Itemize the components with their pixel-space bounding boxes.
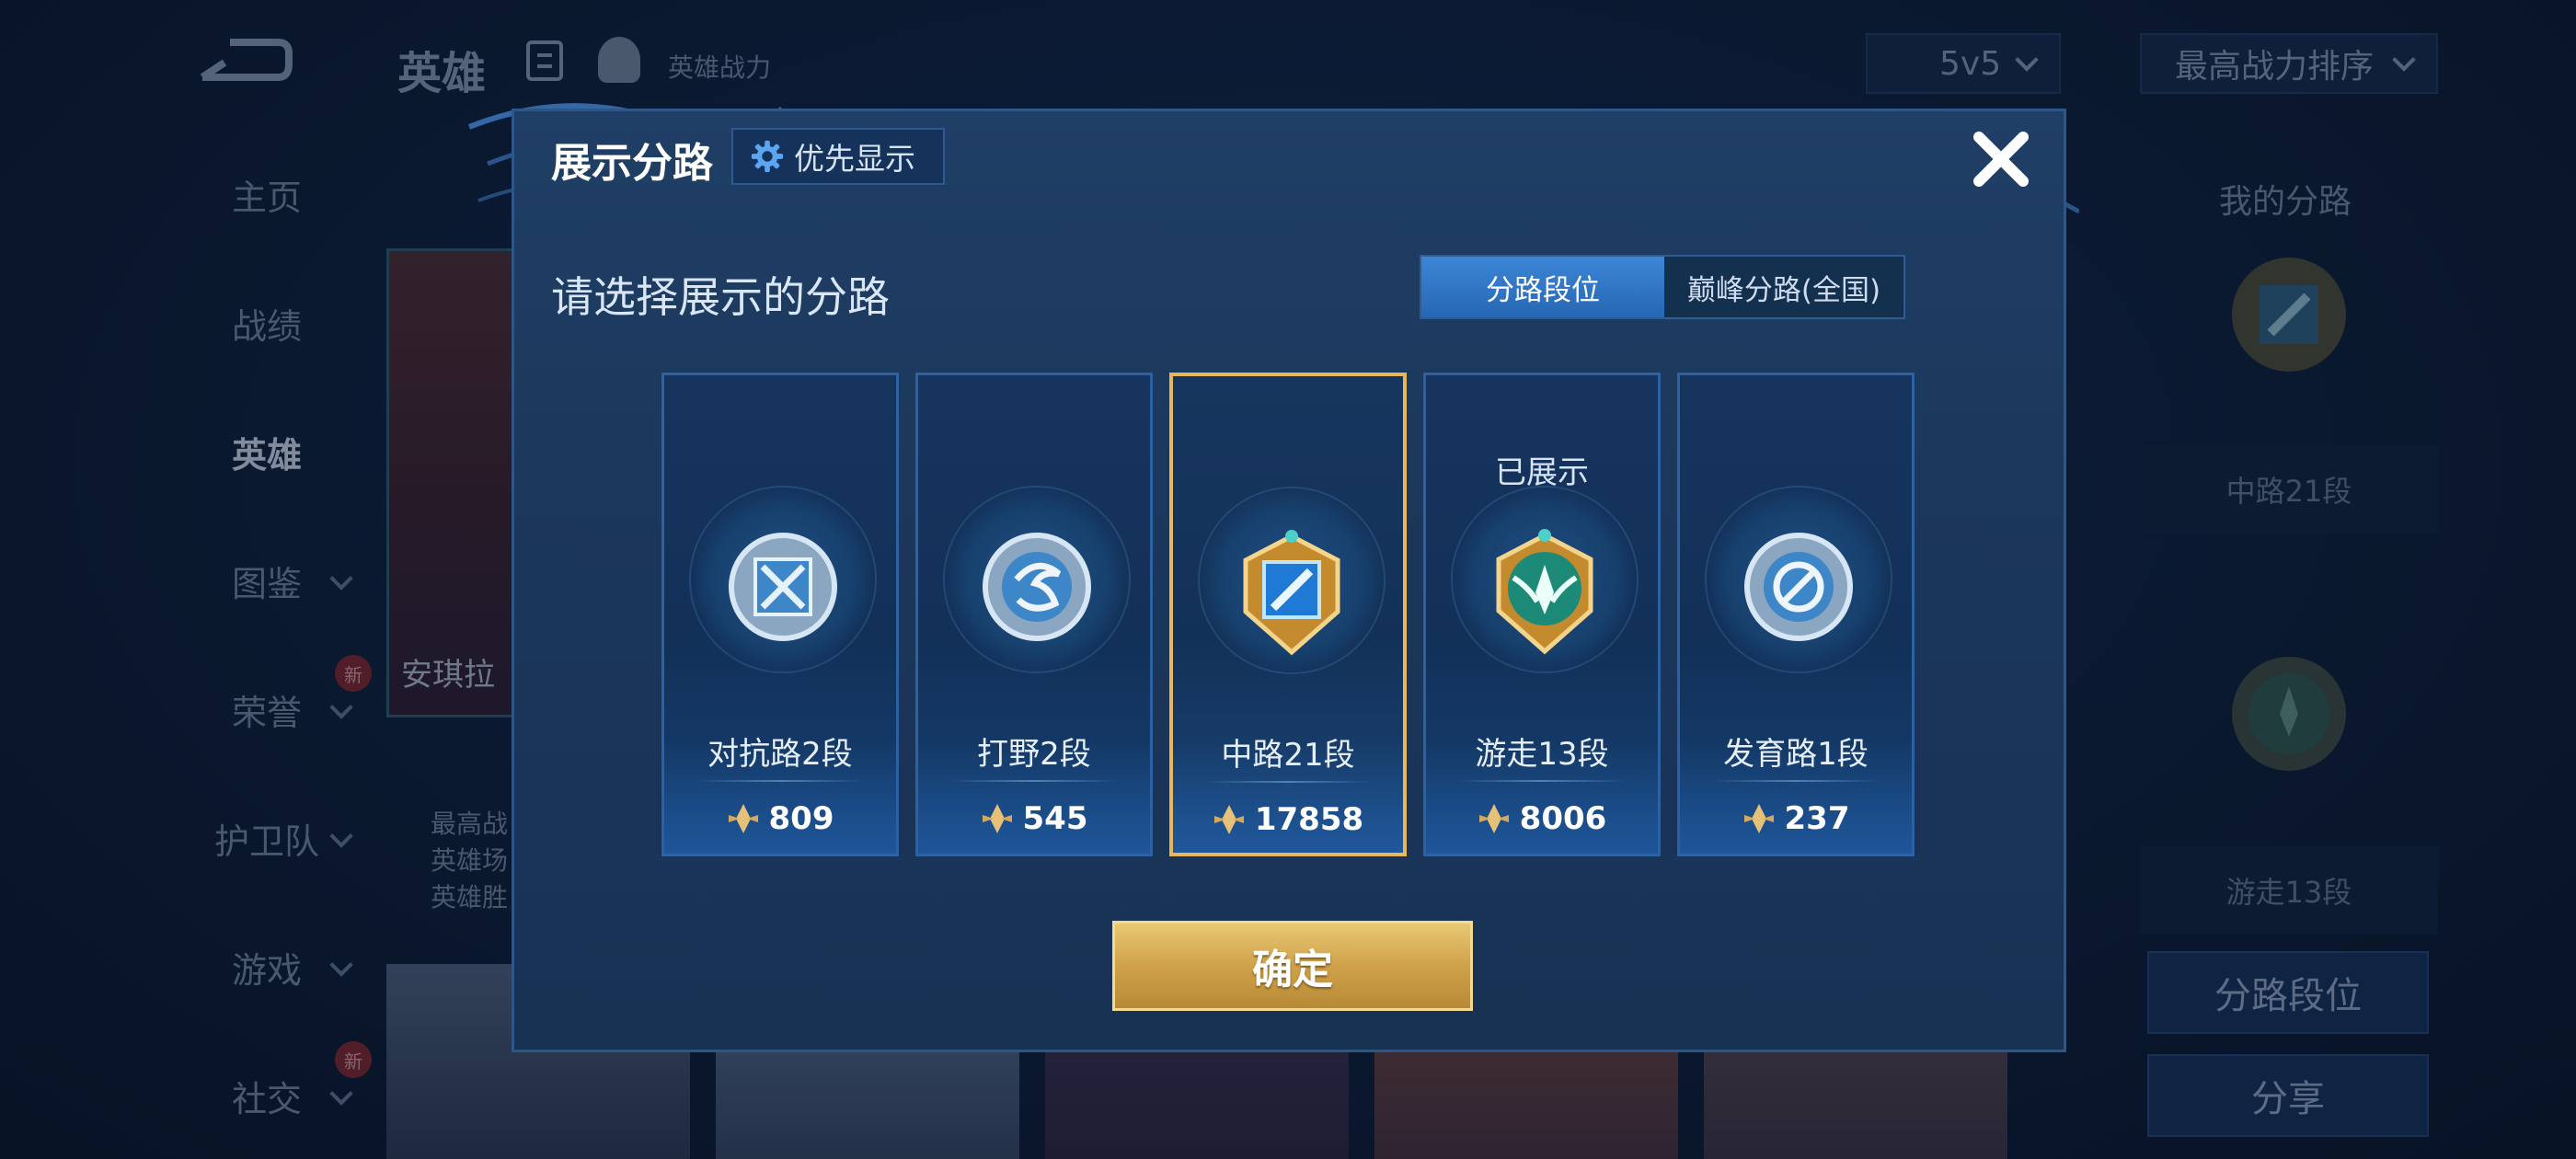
lane-card-roam[interactable]: 已展示 游走13段 8006 xyxy=(1423,373,1661,856)
power-icon xyxy=(982,804,1012,833)
power-icon xyxy=(1213,805,1244,834)
lane-score-value: 545 xyxy=(1022,800,1088,837)
lane-display-modal: 展示分路 优先显示 请选择展示的分路 分路段位 巅峰分路(全国) 对抗路2段 8… xyxy=(512,109,2066,1052)
tab-peak-lane[interactable]: 巅峰分路(全国) xyxy=(1664,257,1903,317)
lane-tab-switch: 分路段位 巅峰分路(全国) xyxy=(1420,255,1905,319)
lane-name: 中路21段 xyxy=(1221,737,1355,774)
lane-score: 809 xyxy=(664,800,896,837)
mid-lane-icon xyxy=(1243,530,1340,656)
modal-header: 展示分路 优先显示 xyxy=(514,111,2064,207)
lane-score-value: 237 xyxy=(1784,800,1850,837)
lane-score: 545 xyxy=(918,800,1150,837)
jungle-swirl-icon xyxy=(983,533,1091,641)
power-icon xyxy=(1478,804,1509,833)
lane-card-mid[interactable]: 中路21段 17858 xyxy=(1169,373,1407,856)
lane-name: 对抗路2段 xyxy=(707,736,853,773)
lane-score-value: 809 xyxy=(768,800,834,837)
modal-title: 展示分路 xyxy=(551,140,713,187)
modal-subtitle: 请选择展示的分路 xyxy=(551,272,890,322)
farm-lane-icon xyxy=(1744,533,1853,641)
lane-name: 游走13段 xyxy=(1475,736,1609,773)
gear-icon xyxy=(751,140,784,173)
power-icon xyxy=(728,804,758,833)
sword-shield-icon xyxy=(729,533,837,641)
priority-display-button[interactable]: 优先显示 xyxy=(731,128,945,185)
lane-card-farm[interactable]: 发育路1段 237 xyxy=(1677,373,1915,856)
confirm-button[interactable]: 确定 xyxy=(1112,921,1473,1011)
lane-score: 237 xyxy=(1680,800,1912,837)
lane-score-value: 8006 xyxy=(1519,800,1607,837)
tab-lane-rank[interactable]: 分路段位 xyxy=(1421,257,1664,317)
lane-score: 17858 xyxy=(1173,801,1403,838)
priority-display-label: 优先显示 xyxy=(794,141,915,177)
lane-card-jungle[interactable]: 打野2段 545 xyxy=(915,373,1153,856)
power-icon xyxy=(1743,804,1774,833)
roam-wings-icon xyxy=(1496,529,1593,655)
lane-score-value: 17858 xyxy=(1254,801,1364,838)
lane-name: 发育路1段 xyxy=(1723,736,1869,773)
lane-name: 打野2段 xyxy=(977,736,1091,773)
close-icon[interactable] xyxy=(1968,126,2034,192)
lane-card-top[interactable]: 对抗路2段 809 xyxy=(661,373,899,856)
lane-score: 8006 xyxy=(1426,800,1658,837)
